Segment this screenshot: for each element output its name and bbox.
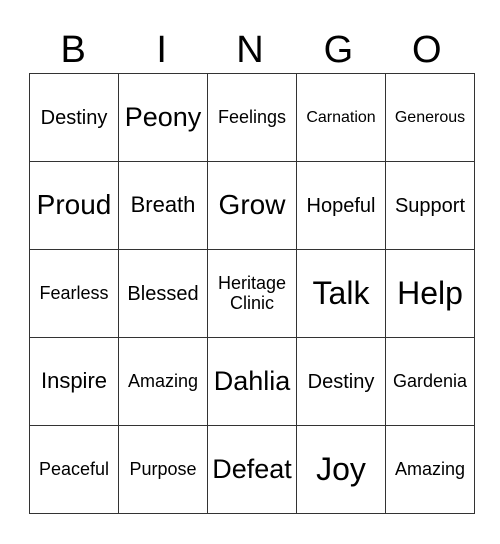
header-letter-b: B bbox=[60, 29, 86, 71]
bingo-cell: Purpose bbox=[118, 425, 208, 514]
bingo-cell: Inspire bbox=[29, 337, 119, 426]
header-letter-n: N bbox=[236, 29, 264, 71]
bingo-cell: Carnation bbox=[296, 73, 386, 162]
header-letter-i: I bbox=[156, 29, 167, 71]
grid-row: Inspire Amazing Dahlia Destiny Gardenia bbox=[29, 337, 475, 426]
bingo-cell: Blessed bbox=[118, 249, 208, 338]
bingo-cell: Generous bbox=[385, 73, 475, 162]
bingo-cell: Destiny bbox=[296, 337, 386, 426]
bingo-cell: Talk bbox=[296, 249, 386, 338]
bingo-cell: Proud bbox=[29, 161, 119, 250]
bingo-cell: Amazing bbox=[385, 425, 475, 514]
bingo-cell: Heritage Clinic bbox=[207, 249, 297, 338]
grid-row: Fearless Blessed Heritage Clinic Talk He… bbox=[29, 249, 475, 338]
bingo-cell: Breath bbox=[118, 161, 208, 250]
bingo-cell: Amazing bbox=[118, 337, 208, 426]
bingo-header: B I N G O bbox=[29, 28, 471, 72]
bingo-cell: Help bbox=[385, 249, 475, 338]
header-letter-g: G bbox=[323, 29, 354, 71]
bingo-cell: Fearless bbox=[29, 249, 119, 338]
bingo-cell: Hopeful bbox=[296, 161, 386, 250]
bingo-cell: Feelings bbox=[207, 73, 297, 162]
bingo-cell: Grow bbox=[207, 161, 297, 250]
bingo-cell: Gardenia bbox=[385, 337, 475, 426]
grid-row: Peaceful Purpose Defeat Joy Amazing bbox=[29, 425, 475, 514]
grid-row: Destiny Peony Feelings Carnation Generou… bbox=[29, 73, 475, 162]
bingo-cell: Peony bbox=[118, 73, 208, 162]
bingo-cell: Peaceful bbox=[29, 425, 119, 514]
bingo-cell: Destiny bbox=[29, 73, 119, 162]
bingo-cell: Support bbox=[385, 161, 475, 250]
grid-row: Proud Breath Grow Hopeful Support bbox=[29, 161, 475, 250]
header-letter-o: O bbox=[412, 29, 442, 71]
bingo-cell: Dahlia bbox=[207, 337, 297, 426]
bingo-grid: Destiny Peony Feelings Carnation Generou… bbox=[29, 73, 475, 514]
bingo-cell: Defeat bbox=[207, 425, 297, 514]
bingo-cell: Joy bbox=[296, 425, 386, 514]
